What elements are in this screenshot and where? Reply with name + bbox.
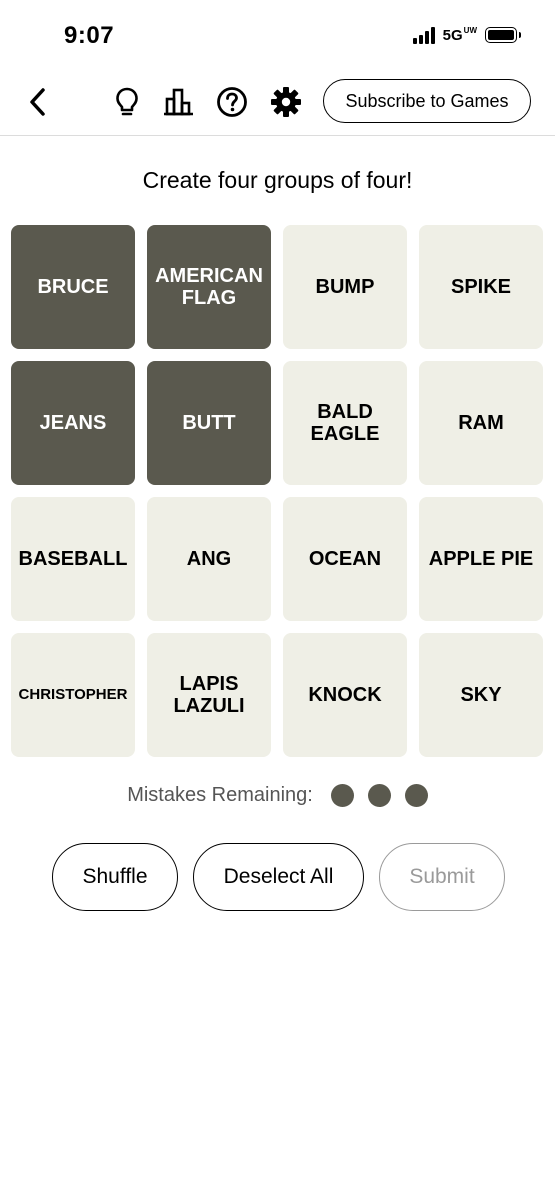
- hint-button[interactable]: [109, 84, 145, 120]
- status-time: 9:07: [64, 22, 115, 49]
- word-grid: BRUCE AMERICAN FLAG BUMP SPIKE JEANS BUT…: [11, 225, 544, 757]
- mistake-dot: [404, 784, 428, 807]
- word-tile[interactable]: BUTT: [147, 361, 271, 485]
- battery-icon: [485, 27, 521, 43]
- instructions-text: Create four groups of four!: [142, 167, 413, 193]
- network-suffix: UW: [463, 25, 477, 35]
- deselect-all-button[interactable]: Deselect All: [193, 843, 364, 911]
- action-buttons: Shuffle Deselect All Submit: [52, 843, 505, 911]
- word-tile[interactable]: CHRISTOPHER: [11, 633, 135, 757]
- status-indicators: 5G UW: [412, 25, 521, 44]
- submit-button[interactable]: Submit: [379, 843, 505, 911]
- word-tile[interactable]: KNOCK: [283, 633, 407, 757]
- word-tile[interactable]: JEANS: [11, 361, 135, 485]
- word-tile[interactable]: AMERICAN FLAG: [147, 225, 271, 349]
- word-tile[interactable]: LAPIS LAZULI: [147, 633, 271, 757]
- mistakes-label: Mistakes Remaining:: [127, 784, 313, 806]
- word-tile[interactable]: RAM: [419, 361, 543, 485]
- word-tile[interactable]: BUMP: [283, 225, 407, 349]
- word-tile[interactable]: SPIKE: [419, 225, 543, 349]
- back-button[interactable]: [20, 84, 56, 120]
- word-tile[interactable]: SKY: [419, 633, 543, 757]
- word-tile[interactable]: APPLE PIE: [419, 497, 543, 621]
- subscribe-button[interactable]: Subscribe to Games: [323, 79, 531, 123]
- mistakes-remaining: Mistakes Remaining:: [0, 784, 555, 807]
- signal-icon: [412, 26, 435, 44]
- network-type: 5G: [442, 26, 463, 44]
- chevron-left-icon: [30, 88, 45, 116]
- mistake-dot: [367, 784, 391, 807]
- lightbulb-icon: [116, 87, 138, 116]
- word-tile[interactable]: BASEBALL: [11, 497, 135, 621]
- settings-button[interactable]: [268, 84, 304, 120]
- network-label: 5G UW: [442, 25, 477, 44]
- help-button[interactable]: [214, 84, 250, 120]
- gear-icon: [271, 87, 301, 117]
- question-circle-icon: [217, 87, 247, 117]
- word-tile[interactable]: ANG: [147, 497, 271, 621]
- word-tile[interactable]: BRUCE: [11, 225, 135, 349]
- word-tile[interactable]: BALD EAGLE: [283, 361, 407, 485]
- mistake-dots: [330, 784, 428, 807]
- mistake-dot: [330, 784, 354, 807]
- bar-chart-icon: [164, 88, 193, 116]
- status-bar: 9:07 5G UW: [0, 0, 555, 72]
- shuffle-button[interactable]: Shuffle: [52, 843, 178, 911]
- toolbar: Subscribe to Games: [0, 72, 555, 136]
- stats-button[interactable]: [161, 84, 197, 120]
- word-tile[interactable]: OCEAN: [283, 497, 407, 621]
